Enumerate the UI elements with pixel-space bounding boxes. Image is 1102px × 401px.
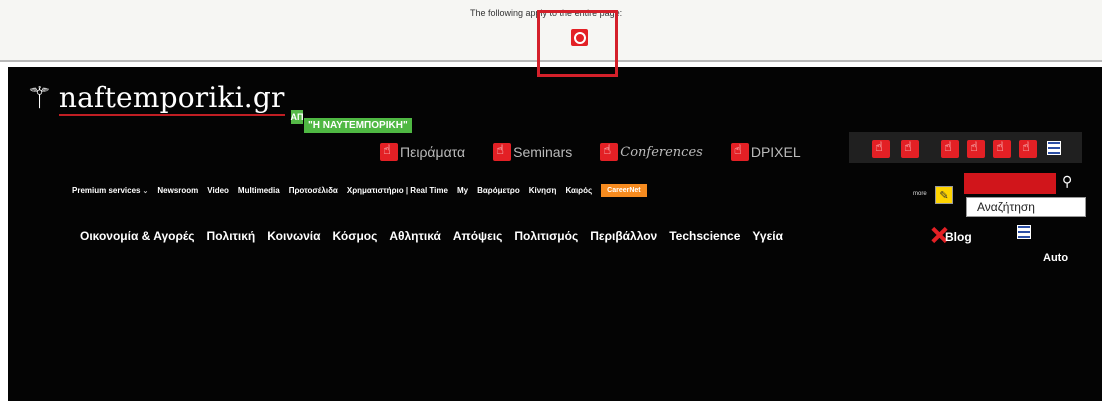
sublink-label: Πειράματα xyxy=(400,144,466,160)
nav-weather[interactable]: Καιρός xyxy=(565,186,592,195)
list-icon[interactable] xyxy=(1047,141,1061,155)
nav-front-pages[interactable]: Προτοσέλιδα xyxy=(289,186,338,195)
sub-links: Πειράματα Seminars Conferences DPIXEL xyxy=(380,143,829,161)
category-sports[interactable]: Αθλητικά xyxy=(389,229,441,243)
main-nav: Premium services ⌄ Newsroom Video Multime… xyxy=(72,184,647,197)
hand-pointer-icon[interactable] xyxy=(901,140,919,158)
hand-pointer-icon[interactable] xyxy=(872,140,890,158)
category-auto[interactable]: Auto xyxy=(1043,252,1068,264)
sublink-label: Conferences xyxy=(620,144,703,160)
nav-barometer[interactable]: Βαρόμετρο xyxy=(477,186,520,195)
hand-pointer-icon xyxy=(600,143,619,161)
search-suggestion[interactable]: Αναζήτηση xyxy=(966,197,1086,217)
careers-button[interactable]: CareerNet xyxy=(601,184,647,197)
accessibility-toolbar: The following apply to the entire page: xyxy=(0,0,1102,62)
nav-premium-services[interactable]: Premium services ⌄ xyxy=(72,186,148,195)
search-input[interactable] xyxy=(964,173,1056,194)
accessibility-icon[interactable]: ✎ xyxy=(935,186,953,204)
category-society[interactable]: Κοινωνία xyxy=(267,229,320,243)
nav-stock-market[interactable]: Χρηματιστήριο | Real Time xyxy=(347,186,448,195)
nav-traffic[interactable]: Κίνηση xyxy=(529,186,557,195)
hand-pointer-icon[interactable] xyxy=(993,140,1011,158)
site-logo[interactable]: ⚚ naftemporiki.gr xyxy=(26,84,285,116)
nav-newsroom[interactable]: Newsroom xyxy=(157,186,198,195)
hand-pointer-icon xyxy=(730,143,749,161)
sublink-label: Seminars xyxy=(513,144,573,160)
category-politics[interactable]: Πολιτική xyxy=(207,229,256,243)
category-culture[interactable]: Πολιτισμός xyxy=(514,229,578,243)
category-nav: Οικονομία & Αγορές Πολιτική Κοινωνία Κόσ… xyxy=(80,229,795,243)
newspaper-badge-mini[interactable]: ΑΠ xyxy=(290,110,304,124)
apply-to-page-text: The following apply to the entire page: xyxy=(470,8,623,18)
sublink-seminars[interactable]: Seminars xyxy=(493,143,572,161)
category-economy[interactable]: Οικονομία & Αγορές xyxy=(80,229,195,243)
newspaper-badge[interactable]: "Η ΝΑΥΤΕΜΠΟΡΙΚΗ" xyxy=(304,118,412,133)
sublink-conferences[interactable]: Conferences xyxy=(600,143,703,161)
category-opinions[interactable]: Απόψεις xyxy=(453,229,503,243)
more-link[interactable]: more xyxy=(913,191,927,197)
list-icon[interactable] xyxy=(1017,225,1031,239)
category-blog[interactable]: Blog xyxy=(945,230,972,244)
nav-video[interactable]: Video xyxy=(207,186,229,195)
category-environment[interactable]: Περιβάλλον xyxy=(590,229,657,243)
hand-pointer-icon[interactable] xyxy=(967,140,985,158)
nav-multimedia[interactable]: Multimedia xyxy=(238,186,280,195)
badge-mini-icon: ΑΠ xyxy=(290,110,304,124)
category-world[interactable]: Κόσμος xyxy=(333,229,378,243)
nav-my[interactable]: My xyxy=(457,186,468,195)
hand-pointer-icon xyxy=(380,143,398,161)
hand-pointer-icon[interactable] xyxy=(1019,140,1037,158)
hand-pointer-icon xyxy=(493,143,512,161)
category-techscience[interactable]: Techscience xyxy=(669,229,740,243)
search-icon[interactable]: ⚲ xyxy=(1062,174,1072,190)
logo-text: naftemporiki.gr xyxy=(58,81,285,116)
statue-figure-icon: ⚚ xyxy=(26,81,53,116)
sublink-dpixel[interactable]: DPIXEL xyxy=(730,143,801,161)
social-icons-bar xyxy=(849,132,1082,163)
sublink-experiments[interactable]: Πειράματα xyxy=(380,143,465,161)
sublink-label: DPIXEL xyxy=(750,144,801,160)
refresh-icon[interactable] xyxy=(571,29,588,46)
category-health[interactable]: Υγεία xyxy=(752,229,783,243)
hand-pointer-icon[interactable] xyxy=(941,140,959,158)
